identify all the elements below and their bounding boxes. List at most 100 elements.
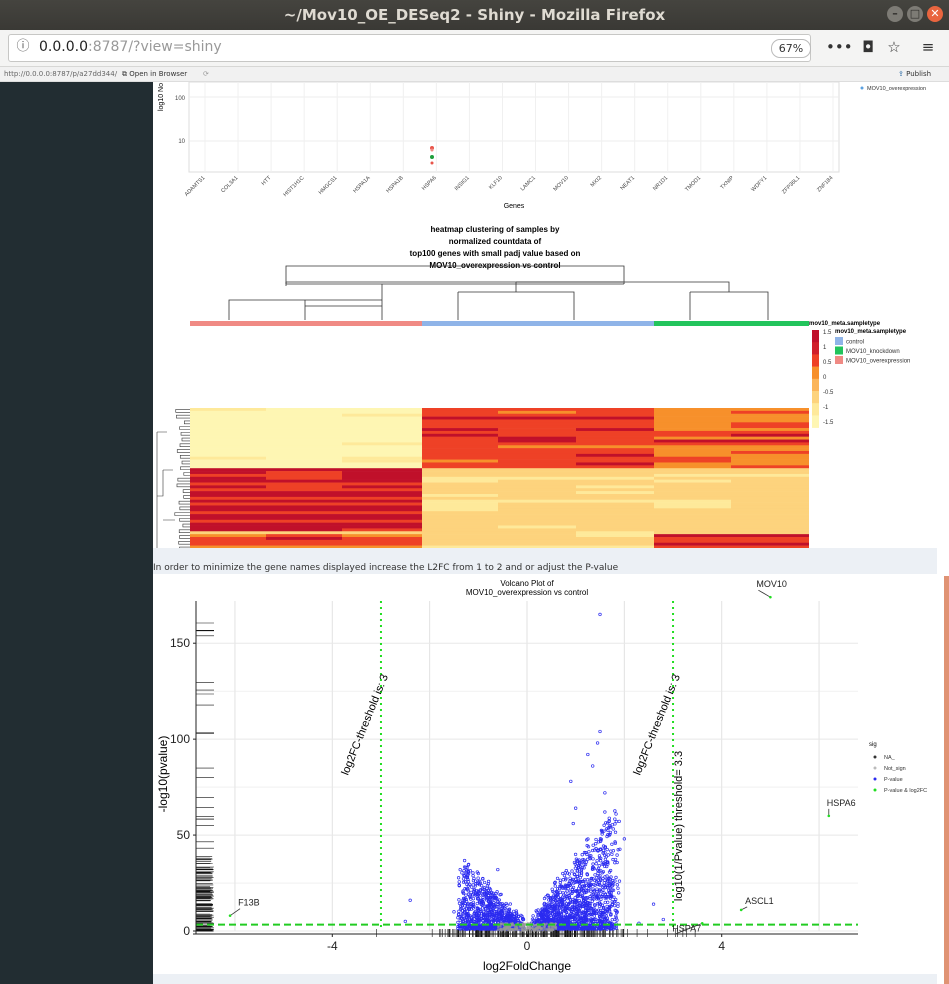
- heatmap-cell: [576, 419, 654, 423]
- heatmap-cell: [190, 430, 266, 435]
- scale-swatch: [812, 378, 819, 392]
- heatmap-cell: [422, 445, 498, 449]
- heatmap-cell: [342, 542, 422, 546]
- heatmap-cell: [190, 519, 266, 523]
- heatmap-cell: [190, 468, 266, 472]
- legend-key: [873, 766, 877, 770]
- heatmap-cell: [422, 534, 498, 538]
- heatmap-scale-bar: 1.5 1 0.5 0 -0.5 -1 -1.5: [812, 330, 834, 428]
- column-dendrogram: [228, 265, 769, 320]
- more-icon[interactable]: •••: [826, 37, 853, 57]
- heatmap-cell: [422, 531, 498, 535]
- heatmap-cell: [498, 413, 576, 417]
- heatmap-cell: [576, 473, 654, 478]
- heatmap-cell: [422, 425, 498, 429]
- heatmap-cell: [576, 456, 654, 460]
- heatmap-cell: [266, 522, 342, 526]
- heatmap-cell: [654, 462, 731, 466]
- heatmap-cell: [731, 525, 809, 529]
- not-sign-point: [502, 926, 506, 929]
- gene-point-red3: [430, 161, 434, 165]
- heatmap-cell: [190, 422, 266, 426]
- heatmap-cell: [422, 522, 498, 526]
- heatmap-cell: [342, 448, 422, 452]
- volcano-subtitle: MOV10_overexpression vs control: [466, 588, 589, 597]
- heatmap-cell: [731, 537, 809, 541]
- zoom-indicator[interactable]: 67%: [771, 39, 811, 58]
- heatmap-cell: [498, 508, 576, 512]
- heatmap-cell: [731, 468, 809, 472]
- heatmap-cell: [576, 422, 654, 426]
- open-in-browser-button[interactable]: ⧉ Open in Browser: [122, 70, 187, 79]
- heatmap-cell: [576, 508, 654, 512]
- annotation-legend-title: mov10_meta.sampletype: [835, 329, 907, 335]
- publish-button[interactable]: ⇪ Publish: [898, 70, 931, 78]
- heatmap-cell: [498, 430, 576, 435]
- heatmap-cell: [190, 479, 266, 483]
- gene-axis-labels: ADAMTS1 COL3A1 HTT HIST1H1C HMGCS1 HSPA1A HSPA…: [184, 175, 835, 198]
- refresh-icon[interactable]: ⟳: [203, 70, 209, 78]
- heatmap-cell: [731, 488, 809, 492]
- heatmap-cell: [731, 516, 809, 521]
- minimize-icon[interactable]: –: [887, 6, 903, 22]
- heatmap-cell: [422, 494, 498, 498]
- gene-point-sig: [700, 922, 704, 925]
- heatmap-cell: [498, 408, 576, 412]
- heatmap-cell: [190, 451, 266, 455]
- annotation-legend: control MOV10_knockdown MOV10_overexpressi…: [835, 337, 910, 365]
- url-bar[interactable]: ⓘ 0.0.0.0:8787/?view=shiny 67%: [8, 34, 811, 62]
- heatmap-cell: [266, 468, 342, 472]
- heatmap-cell: [654, 439, 731, 443]
- heatmap-cell: [576, 531, 654, 535]
- heatmap-cell: [422, 496, 498, 501]
- heatmap-cell: [190, 459, 266, 463]
- heatmap-cell: [731, 508, 809, 512]
- row-dendro-branch: [183, 472, 190, 476]
- pocket-icon[interactable]: ◘: [858, 37, 878, 57]
- heatmap-cell: [266, 531, 342, 535]
- not-sign-point: [536, 927, 540, 930]
- gene-label: HSPA1B: [385, 175, 405, 195]
- heatmap-cell: [731, 485, 809, 489]
- heatmap-cell: [190, 537, 266, 541]
- heatmap-cell: [190, 528, 266, 532]
- heatmap-cell: [576, 534, 654, 538]
- heatmap-cell: [342, 471, 422, 475]
- heatmap-cell: [576, 539, 654, 544]
- heatmap-cell: [190, 499, 266, 503]
- row-dendro-branch: [176, 414, 190, 419]
- heatmap-cell: [422, 485, 498, 489]
- heatmap-cell: [576, 408, 654, 412]
- heatmap-cell: [576, 542, 654, 546]
- maximize-icon[interactable]: □: [907, 6, 923, 22]
- heatmap-cell: [576, 416, 654, 420]
- heatmap-title: heatmap clustering of samples by normali…: [410, 225, 581, 270]
- heatmap-cell: [731, 416, 809, 420]
- heatmap-cell: [654, 525, 731, 529]
- heatmap-cell: [422, 488, 498, 492]
- not-sign-point: [522, 929, 526, 932]
- heatmap-cell: [422, 505, 498, 509]
- hamburger-menu-icon[interactable]: ≡: [918, 37, 938, 57]
- heatmap-cell: [498, 433, 576, 437]
- gene-label: NR1D1: [652, 175, 669, 192]
- heatmap-cell: [654, 511, 731, 515]
- scale-swatch: [812, 391, 819, 404]
- heatmap-cell: [422, 442, 498, 446]
- heatmap-cell: [190, 425, 266, 429]
- heatmap-cell: [422, 508, 498, 512]
- heatmap-cell: [422, 539, 498, 544]
- heatmap-cell: [190, 413, 266, 417]
- heatmap-cell: [576, 505, 654, 509]
- heatmap-cell: [498, 456, 576, 460]
- heatmap-cell: [498, 525, 576, 529]
- close-icon[interactable]: ✕: [927, 6, 943, 22]
- url-text[interactable]: 0.0.0.0:8787/?view=shiny: [39, 39, 222, 55]
- heatmap-cell: [576, 522, 654, 526]
- heatmap-cell: [342, 445, 422, 449]
- heatmap-cell: [498, 491, 576, 495]
- heatmap-cell: [654, 479, 731, 483]
- info-icon[interactable]: ⓘ: [15, 39, 31, 55]
- heatmap-cell: [190, 453, 266, 458]
- bookmark-star-icon[interactable]: ☆: [884, 37, 904, 57]
